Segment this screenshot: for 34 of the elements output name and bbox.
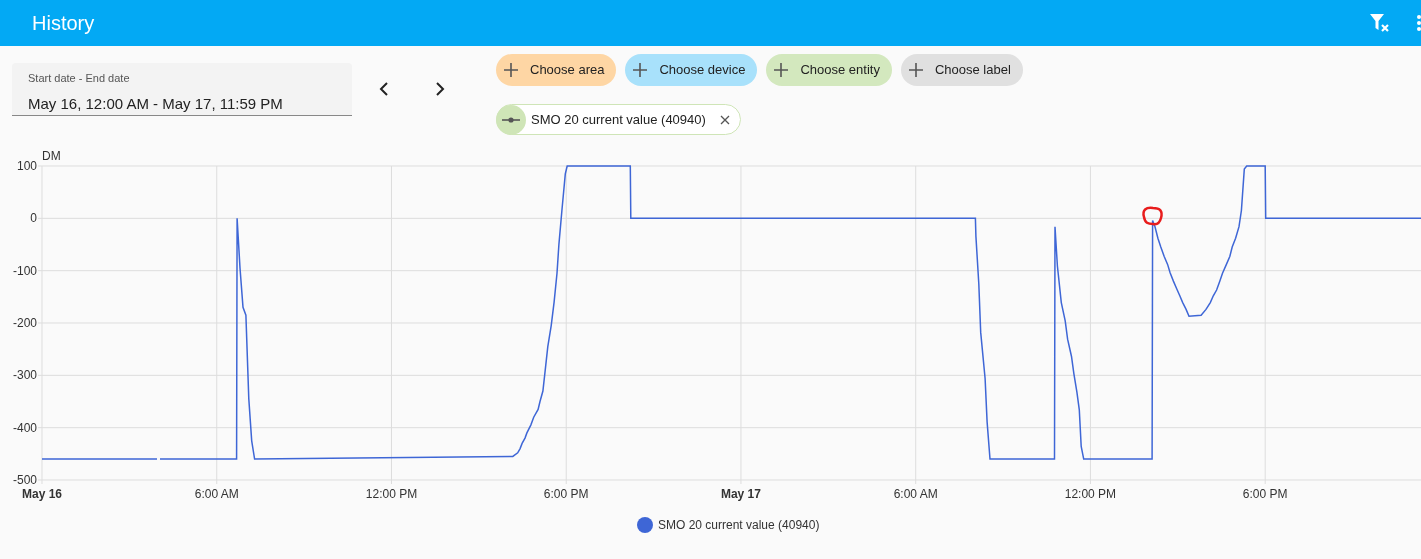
chevron-left-icon xyxy=(379,82,389,96)
x-axis-label: 12:00 PM xyxy=(1064,487,1117,501)
plus-icon xyxy=(908,63,923,77)
page-title: History xyxy=(32,11,95,36)
menu-icon[interactable] xyxy=(1417,14,1421,32)
entity-label: SMO 20 current value (40940) xyxy=(531,110,706,129)
x-axis-label: 12:00 PM xyxy=(365,487,418,501)
legend-swatch[interactable] xyxy=(637,517,653,533)
x-axis-label: May 17 xyxy=(720,487,761,501)
y-axis-label: -100 xyxy=(12,263,37,278)
clear-filter-icon[interactable] xyxy=(1369,13,1391,33)
plus-icon xyxy=(504,63,518,77)
y-axis-label: 100 xyxy=(16,159,37,173)
plus-icon xyxy=(633,63,648,77)
target-picker-chip[interactable]: Choose entity xyxy=(766,54,892,86)
x-axis-label: May 16 xyxy=(22,487,62,501)
target-picker-chip[interactable]: Choose area xyxy=(496,54,617,86)
date-range-field[interactable]: Start date - End date May 16, 12:00 AM - May 17, 11:59 PM xyxy=(12,63,352,116)
y-axis-title: DM xyxy=(42,149,61,163)
sensor-icon xyxy=(502,116,520,123)
y-axis-label: -200 xyxy=(12,316,37,330)
chevron-right-icon xyxy=(435,82,445,96)
y-axis-label: -400 xyxy=(12,420,37,435)
y-axis-label: -500 xyxy=(12,473,37,487)
plus-icon xyxy=(774,63,789,77)
y-axis-label: 0 xyxy=(30,211,37,226)
x-axis-label: 6:00 PM xyxy=(543,487,589,501)
target-picker-chip[interactable]: Choose device xyxy=(625,54,758,86)
y-axis-label: -300 xyxy=(12,368,37,383)
x-axis-label: 6:00 AM xyxy=(893,487,938,501)
target-picker-chip[interactable]: Choose label xyxy=(900,54,1023,86)
x-axis-label: 6:00 AM xyxy=(194,487,239,501)
x-axis-label: 6:00 PM xyxy=(1242,487,1288,501)
legend-label[interactable]: SMO 20 current value (40940) xyxy=(658,518,820,532)
